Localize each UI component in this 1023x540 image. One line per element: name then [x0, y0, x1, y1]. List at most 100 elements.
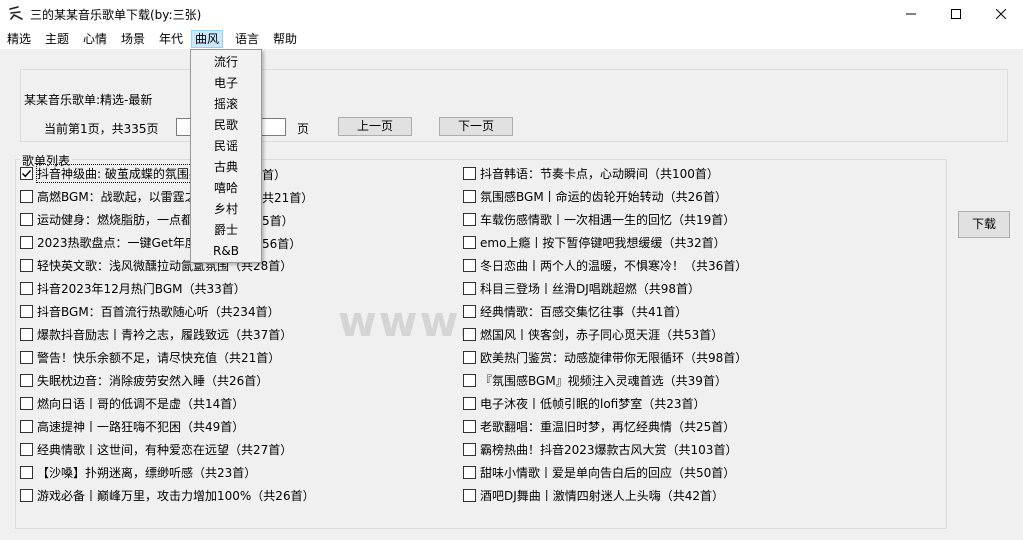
checkbox-icon[interactable] [463, 258, 476, 272]
playlist-label-tail: 首） [262, 168, 287, 182]
playlist-checkbox-right[interactable]: 冬日恋曲丨两个人的温暖，不惧寒冷！（共36首） [463, 256, 747, 274]
header-group [20, 69, 1008, 142]
playlist-checkbox-left[interactable]: 抖音BGM：百首流行热歌随心听（共234首） [20, 302, 280, 320]
playlist-source-label: 某某音乐歌单:精选-最新 [24, 93, 153, 107]
playlist-checkbox-left[interactable]: 高燃BGM：战歌起，以雷霆之 [20, 187, 197, 205]
next-page-button[interactable]: 下一页 [439, 117, 513, 136]
checkbox-icon[interactable] [463, 304, 476, 318]
checkbox-icon[interactable] [463, 465, 476, 479]
playlist-checkbox-right[interactable]: 科目三登场丨丝滑DJ唱跳超燃（共98首） [463, 279, 700, 297]
checkbox-icon[interactable] [20, 166, 33, 180]
minimize-button[interactable] [888, 0, 934, 28]
checkbox-icon[interactable] [463, 281, 476, 295]
dropdown-item[interactable]: 乡村 [191, 199, 261, 220]
playlist-checkbox-left[interactable]: 2023热歌盘点：一键Get年度 [20, 233, 197, 251]
dropdown-item[interactable]: R&B [191, 241, 261, 262]
playlist-checkbox-left[interactable]: 运动健身：燃烧脂肪，一点都 [20, 210, 193, 228]
playlist-checkbox-left[interactable]: 抖音2023年12月热门BGM（共33首） [20, 279, 246, 297]
checkbox-icon[interactable] [20, 281, 33, 295]
playlist-label: 抖音BGM：百首流行热歌随心听（共234首） [37, 304, 280, 319]
menu-yuyan[interactable]: 语言 [232, 30, 262, 48]
dropdown-item[interactable]: 摇滚 [191, 94, 261, 115]
menu-bangzhu[interactable]: 帮助 [270, 30, 300, 48]
checkbox-icon[interactable] [20, 235, 33, 249]
playlist-label: 霸榜热曲！抖音2023爆款古风大赏（共103首） [480, 442, 738, 457]
dropdown-item[interactable]: 电子 [191, 73, 261, 94]
playlist-label: 燃国风丨侠客剑，赤子同心觅天涯（共53首） [480, 327, 724, 342]
checkbox-icon[interactable] [20, 212, 33, 226]
playlist-checkbox-right[interactable]: 车载伤感情歌丨一次相遇一生的回忆（共19首） [463, 210, 735, 228]
playlist-checkbox-left[interactable]: 失眠枕边音：消除疲劳安然入睡（共26首） [20, 371, 268, 389]
menu-zhuti[interactable]: 主题 [42, 30, 72, 48]
menu-xinqing[interactable]: 心情 [80, 30, 110, 48]
playlist-checkbox-right[interactable]: 老歌翻唱：重温旧时梦，再忆经典情（共25首） [463, 417, 735, 435]
dropdown-item[interactable]: 古典 [191, 157, 261, 178]
playlist-label: 车载伤感情歌丨一次相遇一生的回忆（共19首） [480, 212, 736, 227]
playlist-label: 游戏必备丨巅峰万里，攻击力增加100%（共26首） [37, 488, 315, 503]
dropdown-item[interactable]: 流行 [191, 52, 261, 73]
playlist-checkbox-left[interactable]: 经典情歌丨这世间，有种爱恋在远望（共27首） [20, 440, 292, 458]
checkbox-icon[interactable] [463, 396, 476, 410]
genre-dropdown: 流行 电子 摇滚 民歌 民谣 古典 嘻哈 乡村 爵士 R&B [190, 49, 262, 263]
playlist-checkbox-right[interactable]: 燃国风丨侠客剑，赤子同心觅天涯（共53首） [463, 325, 723, 343]
playlist-label: 欧美热门鉴赏：动感旋律带你无限循环（共98首） [480, 350, 748, 365]
menu-qufeng[interactable]: 曲风 [191, 30, 224, 48]
playlist-checkbox-left[interactable]: 警告！快乐余额不足，请尽快充值（共21首） [20, 348, 280, 366]
checkbox-icon[interactable] [20, 327, 33, 341]
playlist-checkbox-right[interactable]: emo上瘾丨按下暂停键吧我想缓缓（共32首） [463, 233, 726, 251]
playlist-checkbox-left[interactable]: 【沙嗓】扑朔迷离，缥缈听感（共23首） [20, 463, 256, 481]
playlist-label: 爆款抖音励志丨青衿之志，履践致远（共37首） [37, 327, 293, 342]
dropdown-item[interactable]: 民歌 [191, 115, 261, 136]
playlist-label: 氛围感BGM丨命运的齿轮开始转动（共26首） [480, 189, 727, 204]
playlist-label: 经典情歌：百感交集忆往事（共41首） [480, 304, 688, 319]
playlist-checkbox-right[interactable]: 氛围感BGM丨命运的齿轮开始转动（共26首） [463, 187, 727, 205]
playlist-checkbox-left[interactable]: 高速提神丨一路狂嗨不犯困（共49首） [20, 417, 244, 435]
menu-jingxuan[interactable]: 精选 [4, 30, 34, 48]
checkbox-icon[interactable] [463, 488, 476, 502]
checkbox-icon[interactable] [20, 465, 33, 479]
playlist-checkbox-right[interactable]: 酒吧DJ舞曲丨激情四射迷人上头嗨（共42首） [463, 486, 724, 504]
menu-changjing[interactable]: 场景 [118, 30, 148, 48]
checkbox-icon[interactable] [463, 350, 476, 364]
checkbox-icon[interactable] [20, 304, 33, 318]
checkbox-icon[interactable] [463, 189, 476, 203]
download-button[interactable]: 下载 [958, 211, 1010, 238]
playlist-checkbox-right[interactable]: 霸榜热曲！抖音2023爆款古风大赏（共103首） [463, 440, 737, 458]
playlist-checkbox-left[interactable]: 燃向日语丨哥的低调不是虚（共14首） [20, 394, 244, 412]
close-button[interactable] [978, 0, 1023, 28]
menu-niandai[interactable]: 年代 [156, 30, 186, 48]
maximize-button[interactable] [933, 0, 979, 28]
playlist-label: 酒吧DJ舞曲丨激情四射迷人上头嗨（共42首） [480, 488, 725, 503]
dropdown-item[interactable]: 民谣 [191, 136, 261, 157]
checkbox-icon[interactable] [20, 373, 33, 387]
playlist-label: 2023热歌盘点：一键Get年度 [37, 235, 197, 250]
checkbox-icon[interactable] [463, 327, 476, 341]
playlist-checkbox-right[interactable]: 抖音韩语：节奏卡点，心动瞬间（共100首） [463, 164, 719, 182]
playlist-checkbox-right[interactable]: 电子沐夜丨低帧引眠的lofi梦室（共23首） [463, 394, 706, 412]
checkbox-icon[interactable] [463, 442, 476, 456]
checkbox-icon[interactable] [463, 235, 476, 249]
playlist-label: 燃向日语丨哥的低调不是虚（共14首） [37, 396, 245, 411]
playlist-checkbox-right[interactable]: 经典情歌：百感交集忆往事（共41首） [463, 302, 687, 320]
playlist-label: emo上瘾丨按下暂停键吧我想缓缓（共32首） [480, 235, 726, 250]
playlist-checkbox-left[interactable]: 爆款抖音励志丨青衿之志，履践致远（共37首） [20, 325, 292, 343]
checkbox-icon[interactable] [20, 350, 33, 364]
checkbox-icon[interactable] [20, 396, 33, 410]
prev-page-button[interactable]: 上一页 [338, 117, 412, 136]
dropdown-item[interactable]: 爵士 [191, 220, 261, 241]
playlist-checkbox-right[interactable]: 甜味小情歌丨爱是单向告白后的回应（共50首） [463, 463, 735, 481]
checkbox-icon[interactable] [463, 166, 476, 180]
checkbox-icon[interactable] [20, 442, 33, 456]
playlist-checkbox-right[interactable]: 欧美热门鉴赏：动感旋律带你无限循环（共98首） [463, 348, 747, 366]
checkbox-icon[interactable] [20, 488, 33, 502]
checkbox-icon[interactable] [20, 258, 33, 272]
dropdown-item[interactable]: 嘻哈 [191, 178, 261, 199]
checkbox-icon[interactable] [463, 212, 476, 226]
checkbox-icon[interactable] [463, 419, 476, 433]
checkbox-icon[interactable] [20, 419, 33, 433]
playlist-label: 科目三登场丨丝滑DJ唱跳超燃（共98首） [480, 281, 701, 296]
playlist-checkbox-left[interactable]: 游戏必备丨巅峰万里，攻击力增加100%（共26首） [20, 486, 315, 504]
checkbox-icon[interactable] [20, 189, 33, 203]
checkbox-icon[interactable] [463, 373, 476, 387]
playlist-checkbox-right[interactable]: 『氛围感BGM』视频注入灵魂首选（共39首） [463, 371, 727, 389]
